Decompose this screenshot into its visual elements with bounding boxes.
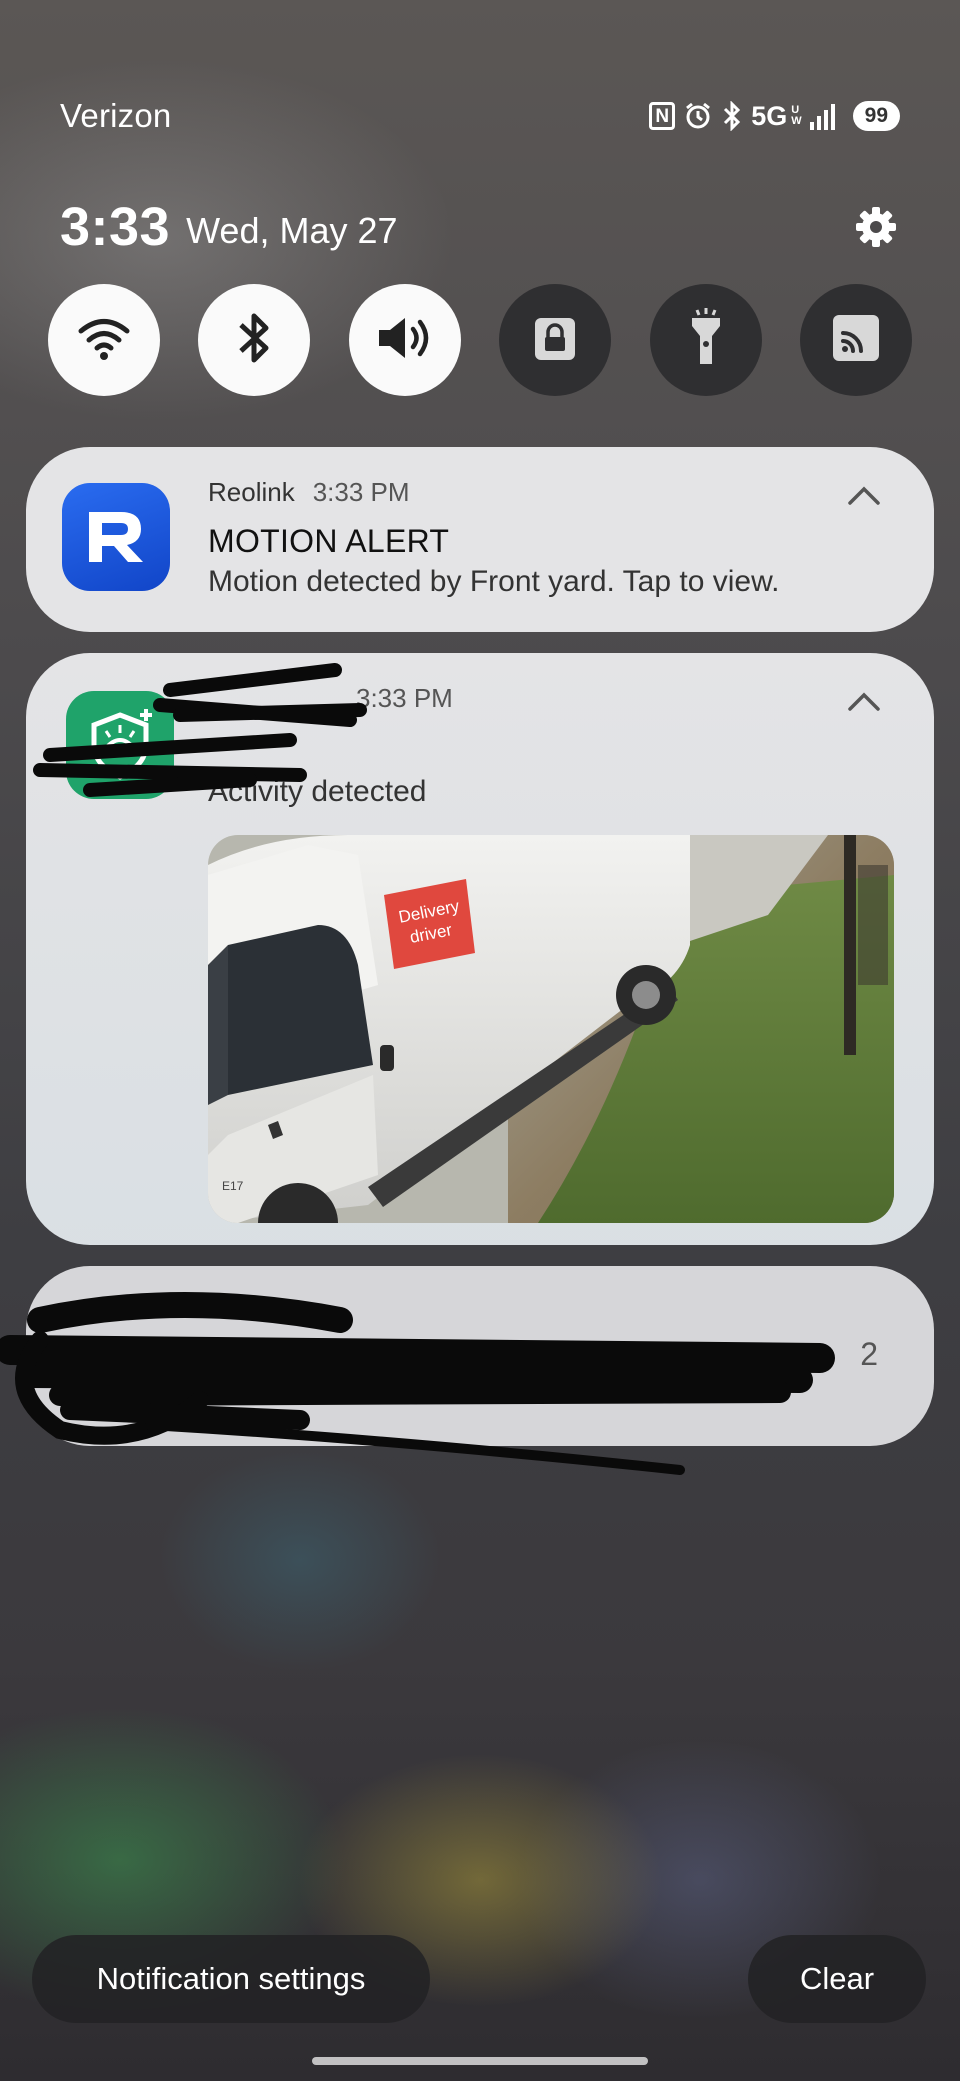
home-indicator[interactable] <box>312 2057 648 2065</box>
notification-header: Reolink 3:33 PM <box>208 477 410 508</box>
flashlight-icon <box>688 307 724 373</box>
notification-body: Motion detected by Front yard. Tap to vi… <box>208 565 780 598</box>
battery-indicator: 99 <box>852 101 900 131</box>
quick-toggles <box>48 284 912 396</box>
rotation-lock-toggle[interactable] <box>499 284 612 396</box>
notification-header: 3:33 PM <box>208 683 453 714</box>
notification-count: 2 <box>860 1336 878 1372</box>
gear-icon[interactable] <box>852 203 900 251</box>
status-icons: N 5G U W 99 <box>649 101 900 132</box>
date[interactable]: Wed, May 27 <box>186 210 397 252</box>
notification-time: 3:33 PM <box>312 477 410 507</box>
app-name: Reolink <box>208 477 295 507</box>
header: 3:33 Wed, May 27 <box>60 192 900 262</box>
cast-icon <box>832 314 879 366</box>
bluetooth-icon <box>234 310 274 371</box>
notification-body: Activity detected <box>208 775 427 808</box>
camera-snapshot[interactable]: Delivery driver E17 <box>208 835 894 1223</box>
notification-reolink[interactable]: Reolink 3:33 PM MOTION ALERT Motion dete… <box>26 447 934 632</box>
cast-toggle[interactable] <box>799 284 912 396</box>
clock[interactable]: 3:33 <box>60 196 170 258</box>
signal-icon <box>809 102 835 130</box>
lock-icon <box>533 314 577 367</box>
carrier-name: Verizon <box>60 97 172 134</box>
bluetooth-toggle[interactable] <box>198 284 311 396</box>
nfc-icon: N <box>649 102 676 130</box>
network-suffix: U W <box>791 104 802 127</box>
svg-text:E17: E17 <box>222 1179 244 1193</box>
sound-toggle[interactable] <box>348 284 461 396</box>
speaker-icon <box>375 313 435 368</box>
notification-title: MOTION ALERT <box>208 523 450 559</box>
chevron-up-icon[interactable] <box>846 483 882 507</box>
delivery-badge: Delivery driver <box>384 879 475 969</box>
notification-settings-button[interactable]: Notification settings <box>32 1935 430 2023</box>
network-type: 5G <box>751 100 788 131</box>
bluetooth-icon <box>721 101 743 131</box>
status-bar: Verizon N 5G U W 99 <box>60 96 900 136</box>
notification-group[interactable]: 2 <box>26 1266 934 1446</box>
reolink-icon <box>62 483 170 591</box>
flashlight-toggle[interactable] <box>649 284 762 396</box>
notification-time: 3:33 PM <box>356 683 453 713</box>
wifi-icon <box>76 314 132 367</box>
notification-activity[interactable]: 3:33 PM Activity detected Delivery drive… <box>26 653 934 1245</box>
alarm-icon <box>683 101 713 131</box>
wifi-toggle[interactable] <box>48 284 160 396</box>
shield-app-icon <box>66 691 174 799</box>
chevron-up-icon[interactable] <box>846 689 882 713</box>
clear-button[interactable]: Clear <box>748 1935 926 2023</box>
